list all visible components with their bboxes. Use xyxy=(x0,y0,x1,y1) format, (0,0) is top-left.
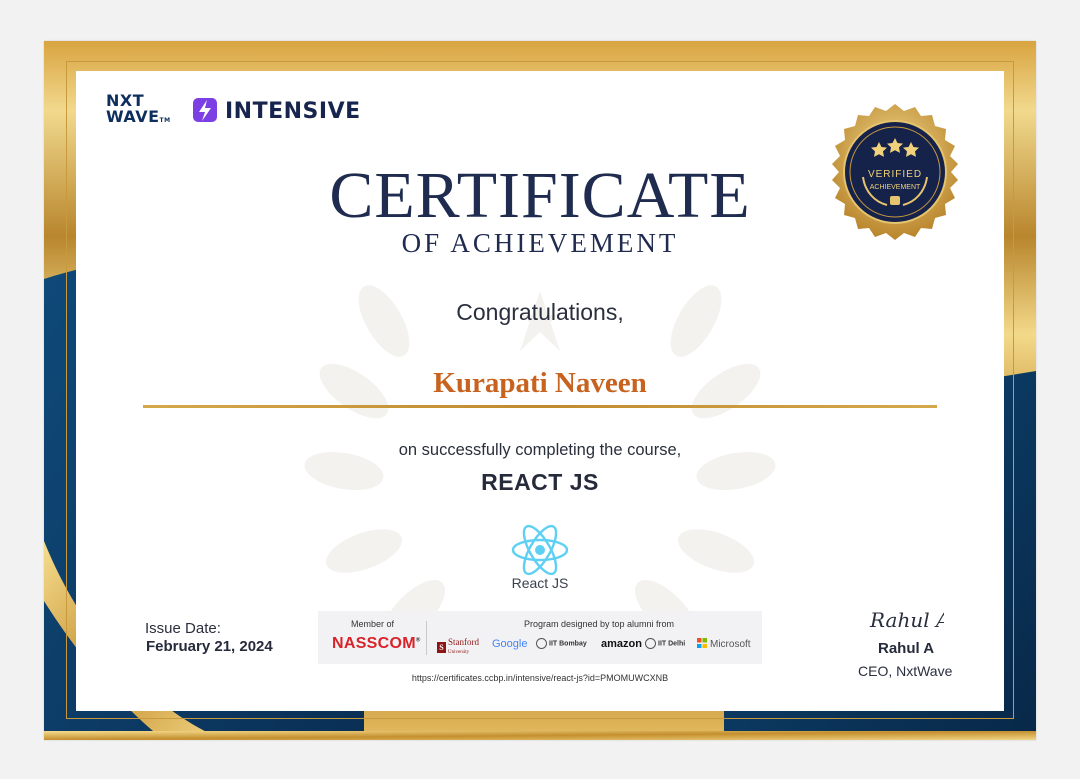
member-of-label: Member of xyxy=(351,619,395,629)
nxtwave-tm: TM xyxy=(159,117,171,124)
congratulations-text: Congratulations, xyxy=(456,299,624,325)
signatory-title: CEO, NxtWave xyxy=(858,663,953,679)
partners-divider xyxy=(426,621,427,655)
certificate-subtitle: OF ACHIEVEMENT xyxy=(401,228,679,258)
stanford-text: Stanford xyxy=(448,637,479,647)
signatory-name: Rahul A xyxy=(878,640,935,657)
intensive-logo-text: INTENSIVE xyxy=(225,99,361,124)
google-text: Google xyxy=(492,638,528,650)
course-name: REACT JS xyxy=(481,469,599,495)
nasscom-text: NASSCOM xyxy=(332,635,416,652)
certificate-url[interactable]: https://certificates.ccbp.in/intensive/r… xyxy=(318,673,762,683)
issue-date-label: Issue Date: xyxy=(145,620,221,637)
certificate: NXT WAVETM INTENSIVE VERIFIED ACHIEVEMEN… xyxy=(44,41,1036,740)
iit-bombay-text: IIT Bombay xyxy=(549,640,587,648)
nasscom-logo: NASSCOM® xyxy=(332,635,421,652)
microsoft-logo: Microsoft xyxy=(697,638,751,650)
stanford-logo: SStanford University xyxy=(437,638,479,657)
amazon-text: amazon xyxy=(601,638,642,650)
name-underline xyxy=(143,405,937,408)
amazon-logo: amazon xyxy=(601,638,642,650)
iit-bombay-logo: IIT Bombay xyxy=(536,638,587,649)
signature-icon: Rahul A xyxy=(869,608,944,632)
iit-delhi-logo: IIT Delhi xyxy=(645,638,685,649)
stanford-sub-text: University xyxy=(448,650,470,655)
react-icon xyxy=(511,524,569,576)
issue-date-value: February 21, 2024 xyxy=(146,638,273,655)
intensive-lightning-icon xyxy=(193,98,217,122)
microsoft-text: Microsoft xyxy=(710,639,751,650)
iit-delhi-text: IIT Delhi xyxy=(658,640,686,648)
microsoft-grid-icon xyxy=(697,638,707,648)
program-designed-label: Program designed by top alumni from xyxy=(523,619,675,629)
signature-text: Rahul A xyxy=(869,608,944,632)
course-icon-label: React JS xyxy=(511,575,569,591)
recipient-name: Kurapati Naveen xyxy=(433,367,647,399)
certificate-title: CERTIFICATE xyxy=(329,159,751,232)
nxtwave-logo-line2: WAVE xyxy=(106,107,160,126)
completion-text: on successfully completing the course, xyxy=(398,441,682,459)
google-logo: Google xyxy=(492,638,527,650)
nxtwave-logo: NXT WAVETM xyxy=(106,93,176,129)
